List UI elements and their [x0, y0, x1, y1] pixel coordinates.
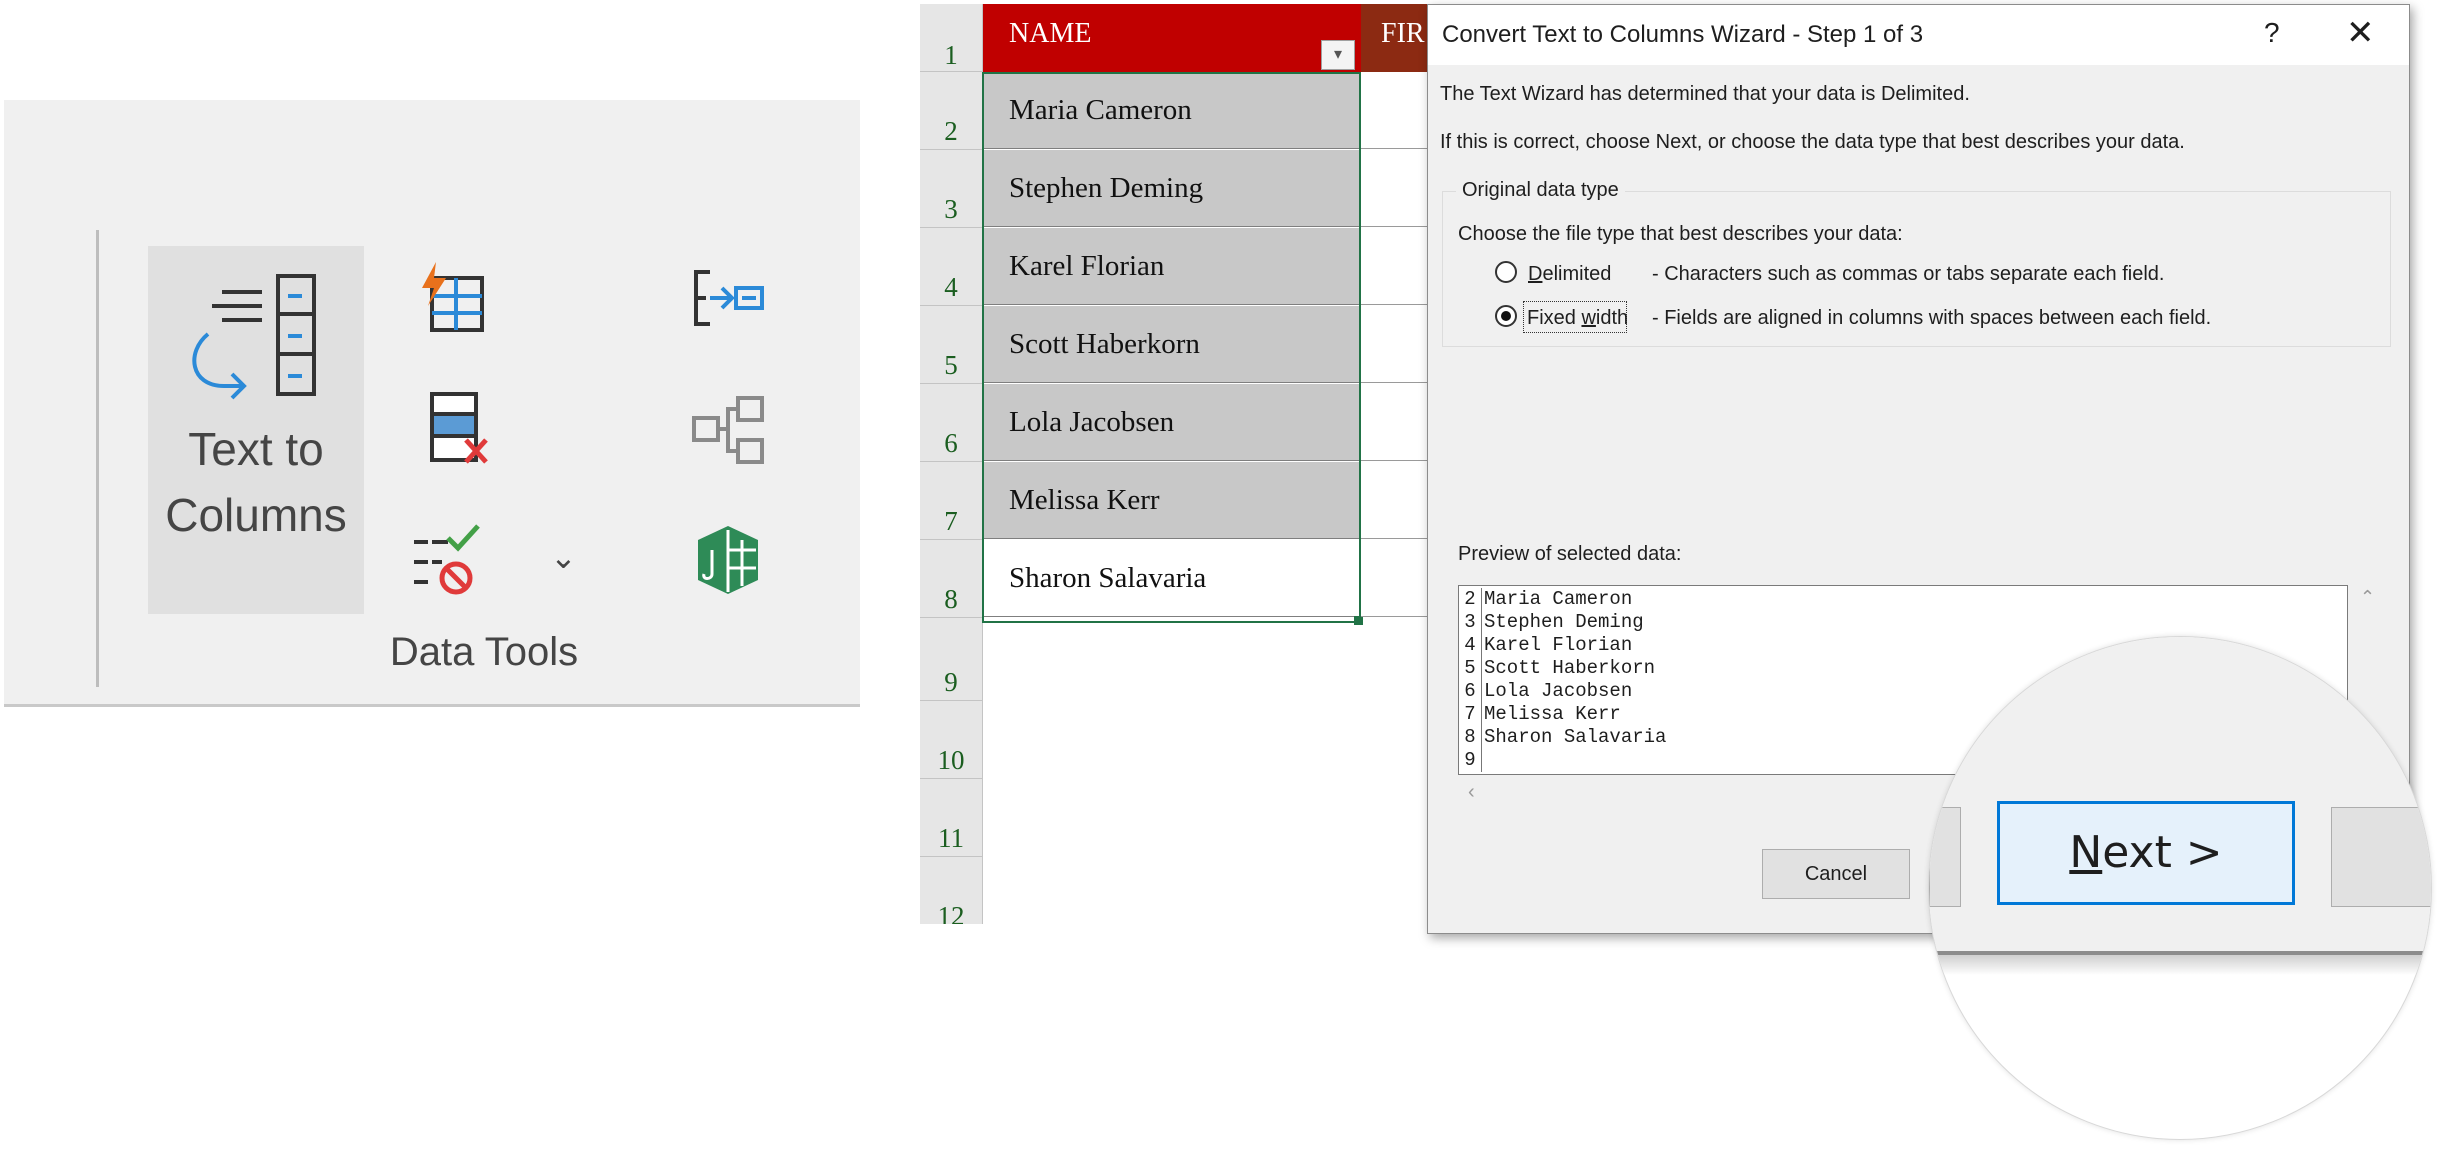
preview-line-number: 5: [1459, 657, 1482, 680]
help-icon[interactable]: ?: [2264, 17, 2280, 49]
remove-duplicates-icon[interactable]: [424, 390, 504, 470]
preview-label: Preview of selected data:: [1458, 543, 1682, 565]
delimited-description: - Characters such as commas or tabs sepa…: [1652, 263, 2165, 285]
row-number[interactable]: 8: [920, 584, 982, 615]
scroll-up-icon[interactable]: ⌃: [2360, 587, 2375, 608]
preview-line-text: Scott Haberkorn: [1484, 657, 1656, 679]
row-divider: [920, 149, 982, 150]
row-divider: [920, 539, 982, 540]
row-number[interactable]: 1: [920, 40, 982, 71]
next-header-text: FIR: [1381, 18, 1425, 49]
selection-border: [982, 72, 1361, 623]
next-button[interactable]: Next >: [1997, 801, 2295, 905]
name-header-cell[interactable]: NAME ▾: [983, 4, 1361, 72]
row-number[interactable]: 3: [920, 194, 982, 225]
preview-line-number: 6: [1459, 680, 1482, 703]
row-number[interactable]: 11: [920, 823, 982, 854]
preview-line-number: 3: [1459, 611, 1482, 634]
text-to-columns-icon: [192, 274, 316, 400]
ribbon-data-tools-group: Text to Columns ⌄ Data Tools: [4, 100, 860, 707]
row-divider: [920, 778, 982, 779]
row-number[interactable]: 10: [920, 745, 982, 776]
row-divider: [920, 617, 982, 618]
preview-line: 5 Scott Haberkorn: [1459, 657, 1655, 680]
data-validation-icon[interactable]: [408, 520, 488, 600]
flash-fill-icon[interactable]: [414, 258, 494, 338]
back-button-partial[interactable]: [1929, 807, 1961, 907]
radio-selected-dot: [1501, 311, 1511, 321]
preview-line-number: 4: [1459, 634, 1482, 657]
preview-line: 3 Stephen Deming: [1459, 611, 1644, 634]
name-header-text: NAME: [1009, 18, 1092, 49]
preview-line-text: Karel Florian: [1484, 634, 1633, 656]
row-divider: [920, 700, 982, 701]
preview-line: 4 Karel Florian: [1459, 634, 1632, 657]
choose-file-type-prompt: Choose the file type that best describes…: [1458, 223, 1903, 245]
scroll-left-icon[interactable]: ‹: [1468, 781, 1475, 804]
delimited-radio[interactable]: [1495, 261, 1517, 283]
fixed-width-label[interactable]: Fixed width: [1527, 307, 1628, 330]
spreadsheet: 1 2 3 4 5 6 7 8 9 10 11 12 NAME ▾ FIR Maria Cameron…: [920, 4, 1440, 924]
row-number[interactable]: 7: [920, 506, 982, 537]
data-validation-dropdown-icon[interactable]: ⌄: [550, 538, 577, 576]
preview-line-text: Stephen Deming: [1484, 611, 1644, 633]
row-number[interactable]: 2: [920, 116, 982, 147]
preview-line-number: 7: [1459, 703, 1482, 726]
preview-line-text: Sharon Salavaria: [1484, 726, 1667, 748]
text-to-columns-label: Text to Columns: [165, 423, 347, 541]
row-divider: [920, 305, 982, 306]
row-divider: [920, 856, 982, 857]
preview-line: 8 Sharon Salavaria: [1459, 726, 1666, 749]
row-divider: [920, 227, 982, 228]
row-number[interactable]: 4: [920, 272, 982, 303]
preview-line-number: 8: [1459, 726, 1482, 749]
preview-line: 2 Maria Cameron: [1459, 588, 1632, 611]
text-to-columns-button[interactable]: Text to Columns: [148, 246, 364, 614]
dialog-shadow: [1929, 955, 2431, 975]
cancel-button[interactable]: Cancel: [1762, 849, 1910, 899]
row-headers: 1 2 3 4 5 6 7 8 9 10 11 12: [920, 4, 983, 924]
finish-button-partial[interactable]: [2331, 807, 2431, 907]
row-divider: [920, 461, 982, 462]
delimited-label[interactable]: Delimited: [1528, 263, 1611, 286]
preview-line-number: 9: [1459, 749, 1482, 772]
close-icon[interactable]: ✕: [2346, 13, 2375, 53]
preview-line-number: 2: [1459, 588, 1482, 611]
fixed-width-radio[interactable]: [1495, 305, 1517, 327]
dialog-title: Convert Text to Columns Wizard - Step 1 …: [1442, 21, 1924, 48]
preview-line-text: Melissa Kerr: [1484, 703, 1621, 725]
filter-dropdown-icon[interactable]: ▾: [1321, 40, 1355, 70]
data-tools-group-label: Data Tools: [389, 630, 579, 674]
row-divider: [920, 71, 982, 72]
row-number[interactable]: 12: [920, 901, 982, 924]
consolidate-icon[interactable]: [688, 258, 768, 338]
preview-line: 6 Lola Jacobsen: [1459, 680, 1632, 703]
original-data-type-legend: Original data type: [1456, 179, 1625, 202]
preview-line: 9: [1459, 749, 1484, 772]
manage-data-model-icon[interactable]: [688, 520, 768, 600]
row-number[interactable]: 6: [920, 428, 982, 459]
preview-line-text: Maria Cameron: [1484, 588, 1633, 610]
preview-line-text: Lola Jacobsen: [1484, 680, 1633, 702]
row-number[interactable]: 5: [920, 350, 982, 381]
preview-line: 7 Melissa Kerr: [1459, 703, 1621, 726]
fixed-width-description: - Fields are aligned in columns with spa…: [1652, 307, 2212, 329]
dialog-titlebar: Convert Text to Columns Wizard - Step 1 …: [1428, 5, 2409, 65]
row-divider: [920, 383, 982, 384]
row-number[interactable]: 9: [920, 667, 982, 698]
intro-text-2: If this is correct, choose Next, or choo…: [1440, 131, 2185, 153]
relationships-icon[interactable]: [688, 390, 768, 470]
intro-text-1: The Text Wizard has determined that your…: [1440, 83, 1970, 105]
fill-handle[interactable]: [1354, 616, 1363, 625]
group-separator: [96, 230, 99, 687]
magnified-next-button-callout: Next >: [1928, 636, 2432, 1140]
